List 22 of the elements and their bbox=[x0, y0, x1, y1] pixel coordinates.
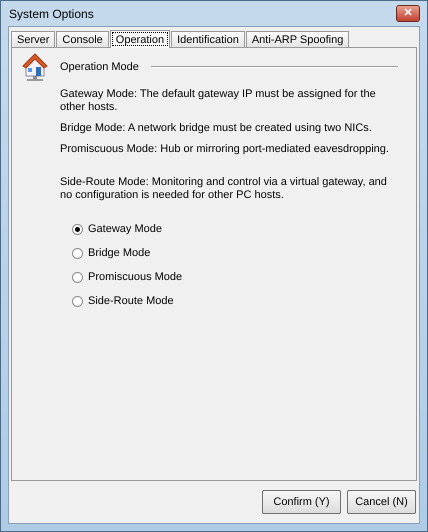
house-icon bbox=[22, 52, 48, 82]
tab[interactable]: Console bbox=[56, 31, 109, 47]
mode-description: Gateway Mode: The default gateway IP must be assigned for the other hosts. bbox=[60, 88, 377, 114]
tab[interactable]: Operation bbox=[110, 30, 170, 48]
radio-button[interactable] bbox=[72, 272, 83, 282]
radio-option[interactable]: Gateway Mode bbox=[72, 222, 400, 236]
radio-option[interactable]: Bridge Mode bbox=[72, 246, 400, 260]
mode-description: Promiscuous Mode: Hub or mirroring port-mediated eavesdropping. bbox=[60, 143, 390, 156]
window-title: System Options bbox=[8, 6, 94, 20]
section-title: Operation Mode bbox=[60, 61, 139, 73]
tab[interactable]: Identification bbox=[171, 31, 245, 47]
radio-button[interactable] bbox=[72, 296, 83, 306]
confirm-button[interactable]: Confirm (Y) bbox=[262, 490, 341, 514]
mode-description: Bridge Mode: A network bridge must be created using two NICs. bbox=[60, 122, 373, 135]
radio-option[interactable]: Promiscuous Mode bbox=[72, 270, 400, 284]
radio-option[interactable]: Side-Route Mode bbox=[72, 294, 400, 308]
tab[interactable]: Server bbox=[11, 31, 56, 47]
cancel-button[interactable]: Cancel (N) bbox=[347, 490, 416, 514]
mode-description: Side-Route Mode: Monitoring and control via a virtual gateway, and no configuration is needed for other PC hosts. bbox=[60, 176, 388, 202]
radio-button[interactable] bbox=[72, 224, 83, 234]
radio-button[interactable] bbox=[72, 248, 83, 258]
tab[interactable]: Anti-ARP Spoofing bbox=[246, 31, 350, 47]
